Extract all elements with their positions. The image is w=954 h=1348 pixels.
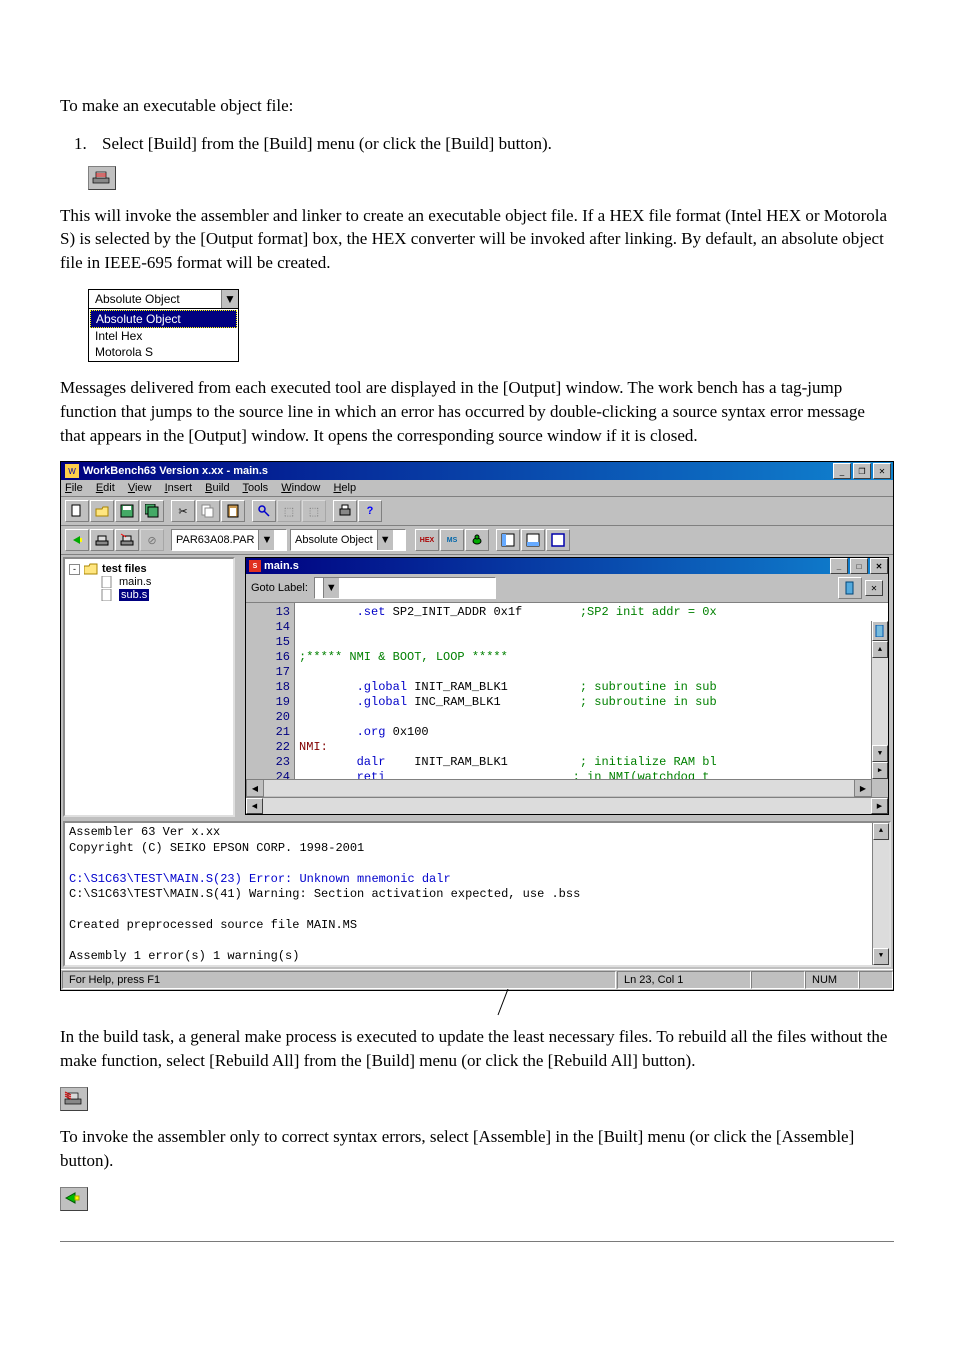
menu-build[interactable]: Build <box>205 482 229 494</box>
par-select[interactable]: PAR63A08.PAR▼ <box>171 529 287 551</box>
src-icon: S <box>249 560 261 572</box>
copy-icon[interactable] <box>196 500 220 522</box>
toolbar-2: ⊘ PAR63A08.PAR▼ Absolute Object▼ HEX MS <box>61 526 893 555</box>
menu-window[interactable]: Window <box>281 482 320 494</box>
dropdown-item: Absolute Object <box>90 310 237 328</box>
find-icon[interactable] <box>252 500 276 522</box>
pane3-icon[interactable] <box>546 529 570 551</box>
status-empty1 <box>751 971 805 989</box>
gutter: 131415161718192021222324 <box>246 603 295 779</box>
bug-icon[interactable] <box>465 529 489 551</box>
save-icon[interactable] <box>115 500 139 522</box>
file-tree: - test files main.s sub.s <box>63 557 235 817</box>
window-titlebar: W WorkBench63 Version x.xx - main.s _ ❐ … <box>61 462 893 480</box>
toolbar-1: ✂ ⬚ ⬚ ? <box>61 497 893 526</box>
goto-select[interactable]: ▼ <box>314 577 496 599</box>
dropdown-value: Absolute Object <box>89 290 221 308</box>
print-icon[interactable] <box>333 500 357 522</box>
rebuild-all-icon <box>60 1087 88 1111</box>
menu-view[interactable]: View <box>128 482 152 494</box>
split-drag[interactable]: ▶ <box>872 762 888 779</box>
paste-icon[interactable] <box>221 500 245 522</box>
invoke-para: This will invoke the assembler and linke… <box>60 204 894 275</box>
scroll-down[interactable]: ▼ <box>872 745 888 762</box>
close-button[interactable]: ✕ <box>873 463 891 479</box>
status-empty2 <box>859 971 893 989</box>
new-icon[interactable] <box>65 500 89 522</box>
bm-icon[interactable] <box>872 621 888 641</box>
code-area[interactable]: .set SP2_INIT_ADDR 0x1f ;SP2 init addr =… <box>295 603 888 779</box>
menu-file[interactable]: File <box>65 482 83 494</box>
file-icon <box>101 576 115 588</box>
child-close[interactable]: ✕ <box>870 558 888 574</box>
workbench-window: W WorkBench63 Version x.xx - main.s _ ❐ … <box>60 461 894 991</box>
build-icon <box>88 166 116 190</box>
page-rule <box>60 1241 894 1242</box>
hex-icon[interactable]: HEX <box>415 529 439 551</box>
scroll-up[interactable]: ▲ <box>872 641 888 658</box>
out-scroll-up[interactable]: ▲ <box>873 823 889 840</box>
pane1-icon[interactable] <box>496 529 520 551</box>
editor-child-window: S main.s _ □ ✕ Goto Label: ▼ ✕ 131 <box>245 557 889 815</box>
open-icon[interactable] <box>90 500 114 522</box>
goto-label: Goto Label: <box>251 582 308 594</box>
child-title: main.s <box>264 560 828 572</box>
ms-icon[interactable]: MS <box>440 529 464 551</box>
messages-para: Messages delivered from each executed to… <box>60 376 894 447</box>
tree-root[interactable]: - test files <box>69 563 229 575</box>
build-toolbar-icon[interactable] <box>90 529 114 551</box>
window-title: WorkBench63 Version x.xx - main.s <box>83 465 831 477</box>
status-num: NUM <box>805 971 859 989</box>
output-pane[interactable]: Assembler 63 Ver x.xxCopyright (C) SEIKO… <box>63 821 891 967</box>
status-pos: Ln 23, Col 1 <box>617 971 751 989</box>
dropdown-item: Motorola S <box>90 344 237 360</box>
step-1: 1.Select [Build] from the [Build] menu (… <box>74 132 894 156</box>
maximize-button[interactable]: ❐ <box>853 463 871 479</box>
menu-edit[interactable]: Edit <box>96 482 115 494</box>
intro-text: To make an executable object file: <box>60 94 894 118</box>
folder-icon <box>84 563 98 575</box>
saveall-icon[interactable] <box>140 500 164 522</box>
app-icon: W <box>65 464 79 478</box>
step-text: Select [Build] from the [Build] menu (or… <box>102 134 552 153</box>
bookmark-icon[interactable] <box>838 577 862 599</box>
file-icon <box>101 589 115 601</box>
menubar: File Edit View Insert Build Tools Window… <box>61 480 893 497</box>
pane2-icon[interactable] <box>521 529 545 551</box>
find-prev-icon[interactable]: ⬚ <box>277 500 301 522</box>
child-min[interactable]: _ <box>830 558 848 574</box>
scroll-left-inner[interactable]: ◀ <box>246 779 264 797</box>
menu-tools[interactable]: Tools <box>242 482 268 494</box>
tree-item[interactable]: sub.s <box>101 589 229 601</box>
assemble-bottom-icon <box>60 1187 88 1211</box>
scroll-right-inner[interactable]: ▶ <box>854 779 872 797</box>
chevron-down-icon: ▼ <box>221 290 238 308</box>
assemble-icon[interactable] <box>65 529 89 551</box>
scroll-right[interactable]: ▶ <box>871 798 888 814</box>
build-para: In the build task, a general make proces… <box>60 1025 894 1073</box>
child-max[interactable]: □ <box>850 558 868 574</box>
find-next-icon[interactable]: ⬚ <box>302 500 326 522</box>
help-icon[interactable]: ? <box>358 500 382 522</box>
menu-insert[interactable]: Insert <box>165 482 193 494</box>
menu-help[interactable]: Help <box>333 482 356 494</box>
status-bar: For Help, press F1 Ln 23, Col 1 NUM <box>61 969 893 990</box>
cut-icon[interactable]: ✂ <box>171 500 195 522</box>
stop-icon[interactable]: ⊘ <box>140 529 164 551</box>
output-select[interactable]: Absolute Object▼ <box>290 529 406 551</box>
small-close[interactable]: ✕ <box>865 580 883 596</box>
minimize-button[interactable]: _ <box>833 463 851 479</box>
tree-item[interactable]: main.s <box>101 576 229 588</box>
scroll-left[interactable]: ◀ <box>246 798 263 814</box>
step-number: 1. <box>74 132 102 156</box>
out-scroll-down[interactable]: ▼ <box>873 948 889 965</box>
output-format-dropdown: Absolute Object ▼ Absolute Object Intel … <box>88 289 239 362</box>
rebuild-toolbar-icon[interactable] <box>115 529 139 551</box>
assemble-para: To invoke the assembler only to correct … <box>60 1125 894 1173</box>
side-scroll-outer: ▲ ▼ ▶ <box>871 621 888 779</box>
dropdown-item: Intel Hex <box>90 328 237 344</box>
status-help: For Help, press F1 <box>62 971 616 989</box>
